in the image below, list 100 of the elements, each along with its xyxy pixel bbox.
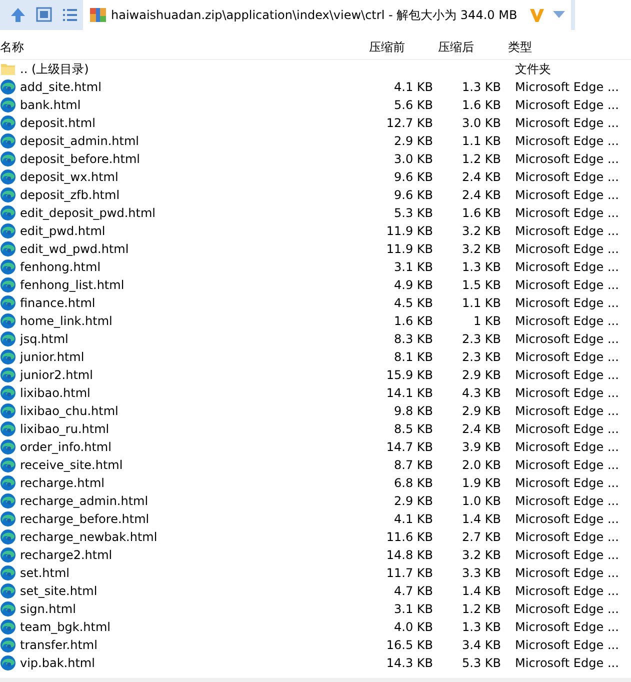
file-name[interactable]: team_bgk.html xyxy=(20,618,110,636)
size-cell-text: 1.6 KB xyxy=(393,313,433,330)
packed-size-cell-text: 1.5 KB xyxy=(461,277,501,294)
size-cell-text: 11.7 KB xyxy=(385,565,433,582)
file-name[interactable]: recharge2.html xyxy=(20,546,112,564)
edge-icon xyxy=(0,331,16,347)
file-name[interactable]: deposit_wx.html xyxy=(20,168,118,186)
size-cell-text: 15.9 KB xyxy=(385,367,433,384)
address-bar[interactable]: haiwaishuadan.zip\application\index\view\ctrl - 解包大小为 344.0 MB xyxy=(83,0,571,30)
packed-size-cell-text: 1.1 KB xyxy=(461,295,501,312)
file-name[interactable]: fenhong.html xyxy=(20,258,101,276)
file-name[interactable]: junior2.html xyxy=(20,366,93,384)
type-cell-text: Microsoft Edge ... xyxy=(514,421,619,438)
edge-icon xyxy=(0,115,16,131)
type-cell-text: Microsoft Edge ... xyxy=(514,349,619,366)
file-name[interactable]: recharge_newbak.html xyxy=(20,528,158,546)
size-cell-text: 3.1 KB xyxy=(393,259,433,276)
size-cell-text: 4.5 KB xyxy=(393,295,433,312)
packed-size-cell-text: 1.4 KB xyxy=(461,511,501,528)
file-name[interactable]: set_site.html xyxy=(20,582,98,600)
type-cell-text: Microsoft Edge ... xyxy=(514,457,619,474)
edge-icon xyxy=(0,475,16,491)
size-cell-text: 4.1 KB xyxy=(393,79,433,96)
edge-icon xyxy=(0,313,16,329)
column-header[interactable]: 名称 xyxy=(0,38,369,56)
edge-icon xyxy=(0,601,16,617)
file-name[interactable]: edit_pwd.html xyxy=(20,222,106,240)
edge-icon xyxy=(0,295,16,311)
parent-folder-name[interactable]: .. (上级目录) xyxy=(20,60,89,78)
file-name[interactable]: deposit.html xyxy=(20,114,96,132)
size-cell-text: 8.5 KB xyxy=(393,421,433,438)
edge-icon xyxy=(0,439,16,455)
edge-icon xyxy=(0,259,16,275)
edge-icon xyxy=(0,169,16,185)
type-cell-text: Microsoft Edge ... xyxy=(514,637,619,654)
file-name[interactable]: set.html xyxy=(20,564,70,582)
file-name[interactable]: deposit_zfb.html xyxy=(20,186,120,204)
type-cell-text: Microsoft Edge ... xyxy=(514,313,619,330)
edge-icon xyxy=(0,547,16,563)
edge-icon xyxy=(0,277,16,293)
file-name[interactable]: lixibao_ru.html xyxy=(20,420,110,438)
file-name[interactable]: transfer.html xyxy=(20,636,98,654)
size-cell-text: 14.1 KB xyxy=(385,385,433,402)
v-logo-icon[interactable] xyxy=(529,7,545,23)
column-header[interactable]: 压缩后 xyxy=(438,38,508,56)
file-name[interactable]: finance.html xyxy=(20,294,96,312)
edge-icon xyxy=(0,565,16,581)
packed-size-cell-text: 3.3 KB xyxy=(461,565,501,582)
edge-icon xyxy=(0,403,16,419)
column-header[interactable]: 压缩前 xyxy=(369,38,438,56)
packed-size-cell-text: 1.4 KB xyxy=(461,583,501,600)
edge-icon xyxy=(0,655,16,671)
size-cell-text: 4.7 KB xyxy=(393,583,433,600)
packed-size-cell-text: 3.4 KB xyxy=(461,637,501,654)
file-name[interactable]: home_link.html xyxy=(20,312,112,330)
edge-icon xyxy=(0,97,16,113)
edge-icon xyxy=(0,367,16,383)
file-name[interactable]: recharge.html xyxy=(20,474,104,492)
column-header[interactable]: 类型 xyxy=(508,38,532,56)
file-name[interactable]: junior.html xyxy=(20,348,84,366)
file-name[interactable]: sign.html xyxy=(20,600,76,618)
file-name[interactable]: fenhong_list.html xyxy=(20,276,124,294)
file-name[interactable]: recharge_before.html xyxy=(20,510,150,528)
up-arrow-icon[interactable] xyxy=(8,6,28,24)
file-name[interactable]: bank.html xyxy=(20,96,81,114)
size-cell-text: 6.8 KB xyxy=(393,475,433,492)
file-name[interactable]: lixibao.html xyxy=(20,384,90,402)
edge-icon xyxy=(0,583,16,599)
type-cell-text: Microsoft Edge ... xyxy=(514,169,619,186)
file-name[interactable]: receive_site.html xyxy=(20,456,123,474)
file-name[interactable]: edit_wd_pwd.html xyxy=(20,240,129,258)
file-name[interactable]: jsq.html xyxy=(20,330,68,348)
dropdown-icon[interactable] xyxy=(553,11,565,19)
packed-size-cell-text: 3.9 KB xyxy=(461,439,501,456)
file-name[interactable]: add_site.html xyxy=(20,78,102,96)
window-icon[interactable] xyxy=(34,6,54,24)
packed-size-cell-text: 1.3 KB xyxy=(461,259,501,276)
list-icon[interactable] xyxy=(60,6,80,24)
edge-icon xyxy=(0,529,16,545)
packed-size-cell-text: 1.2 KB xyxy=(461,151,501,168)
search-field[interactable] xyxy=(575,0,631,30)
packed-size-cell-text: 2.4 KB xyxy=(461,169,501,186)
size-cell-text: 14.3 KB xyxy=(385,655,433,672)
file-name[interactable]: order_info.html xyxy=(20,438,112,456)
packed-size-cell-text: 3.0 KB xyxy=(461,115,501,132)
file-name[interactable]: vip.bak.html xyxy=(20,654,95,672)
packed-size-cell-text: 4.3 KB xyxy=(461,385,501,402)
type-cell-text: Microsoft Edge ... xyxy=(514,241,619,258)
file-name[interactable]: recharge_admin.html xyxy=(20,492,148,510)
type-cell-text: Microsoft Edge ... xyxy=(514,259,619,276)
edge-icon xyxy=(0,637,16,653)
packed-size-cell-text: 2.3 KB xyxy=(461,349,501,366)
type-cell-text: Microsoft Edge ... xyxy=(514,223,619,240)
type-cell-text: Microsoft Edge ... xyxy=(514,529,619,546)
file-name[interactable]: deposit_before.html xyxy=(20,150,140,168)
file-name[interactable]: edit_deposit_pwd.html xyxy=(20,204,156,222)
type-cell-text: Microsoft Edge ... xyxy=(514,475,619,492)
file-name[interactable]: deposit_admin.html xyxy=(20,132,139,150)
file-name[interactable]: lixibao_chu.html xyxy=(20,402,118,420)
type-cell-text: Microsoft Edge ... xyxy=(514,547,619,564)
